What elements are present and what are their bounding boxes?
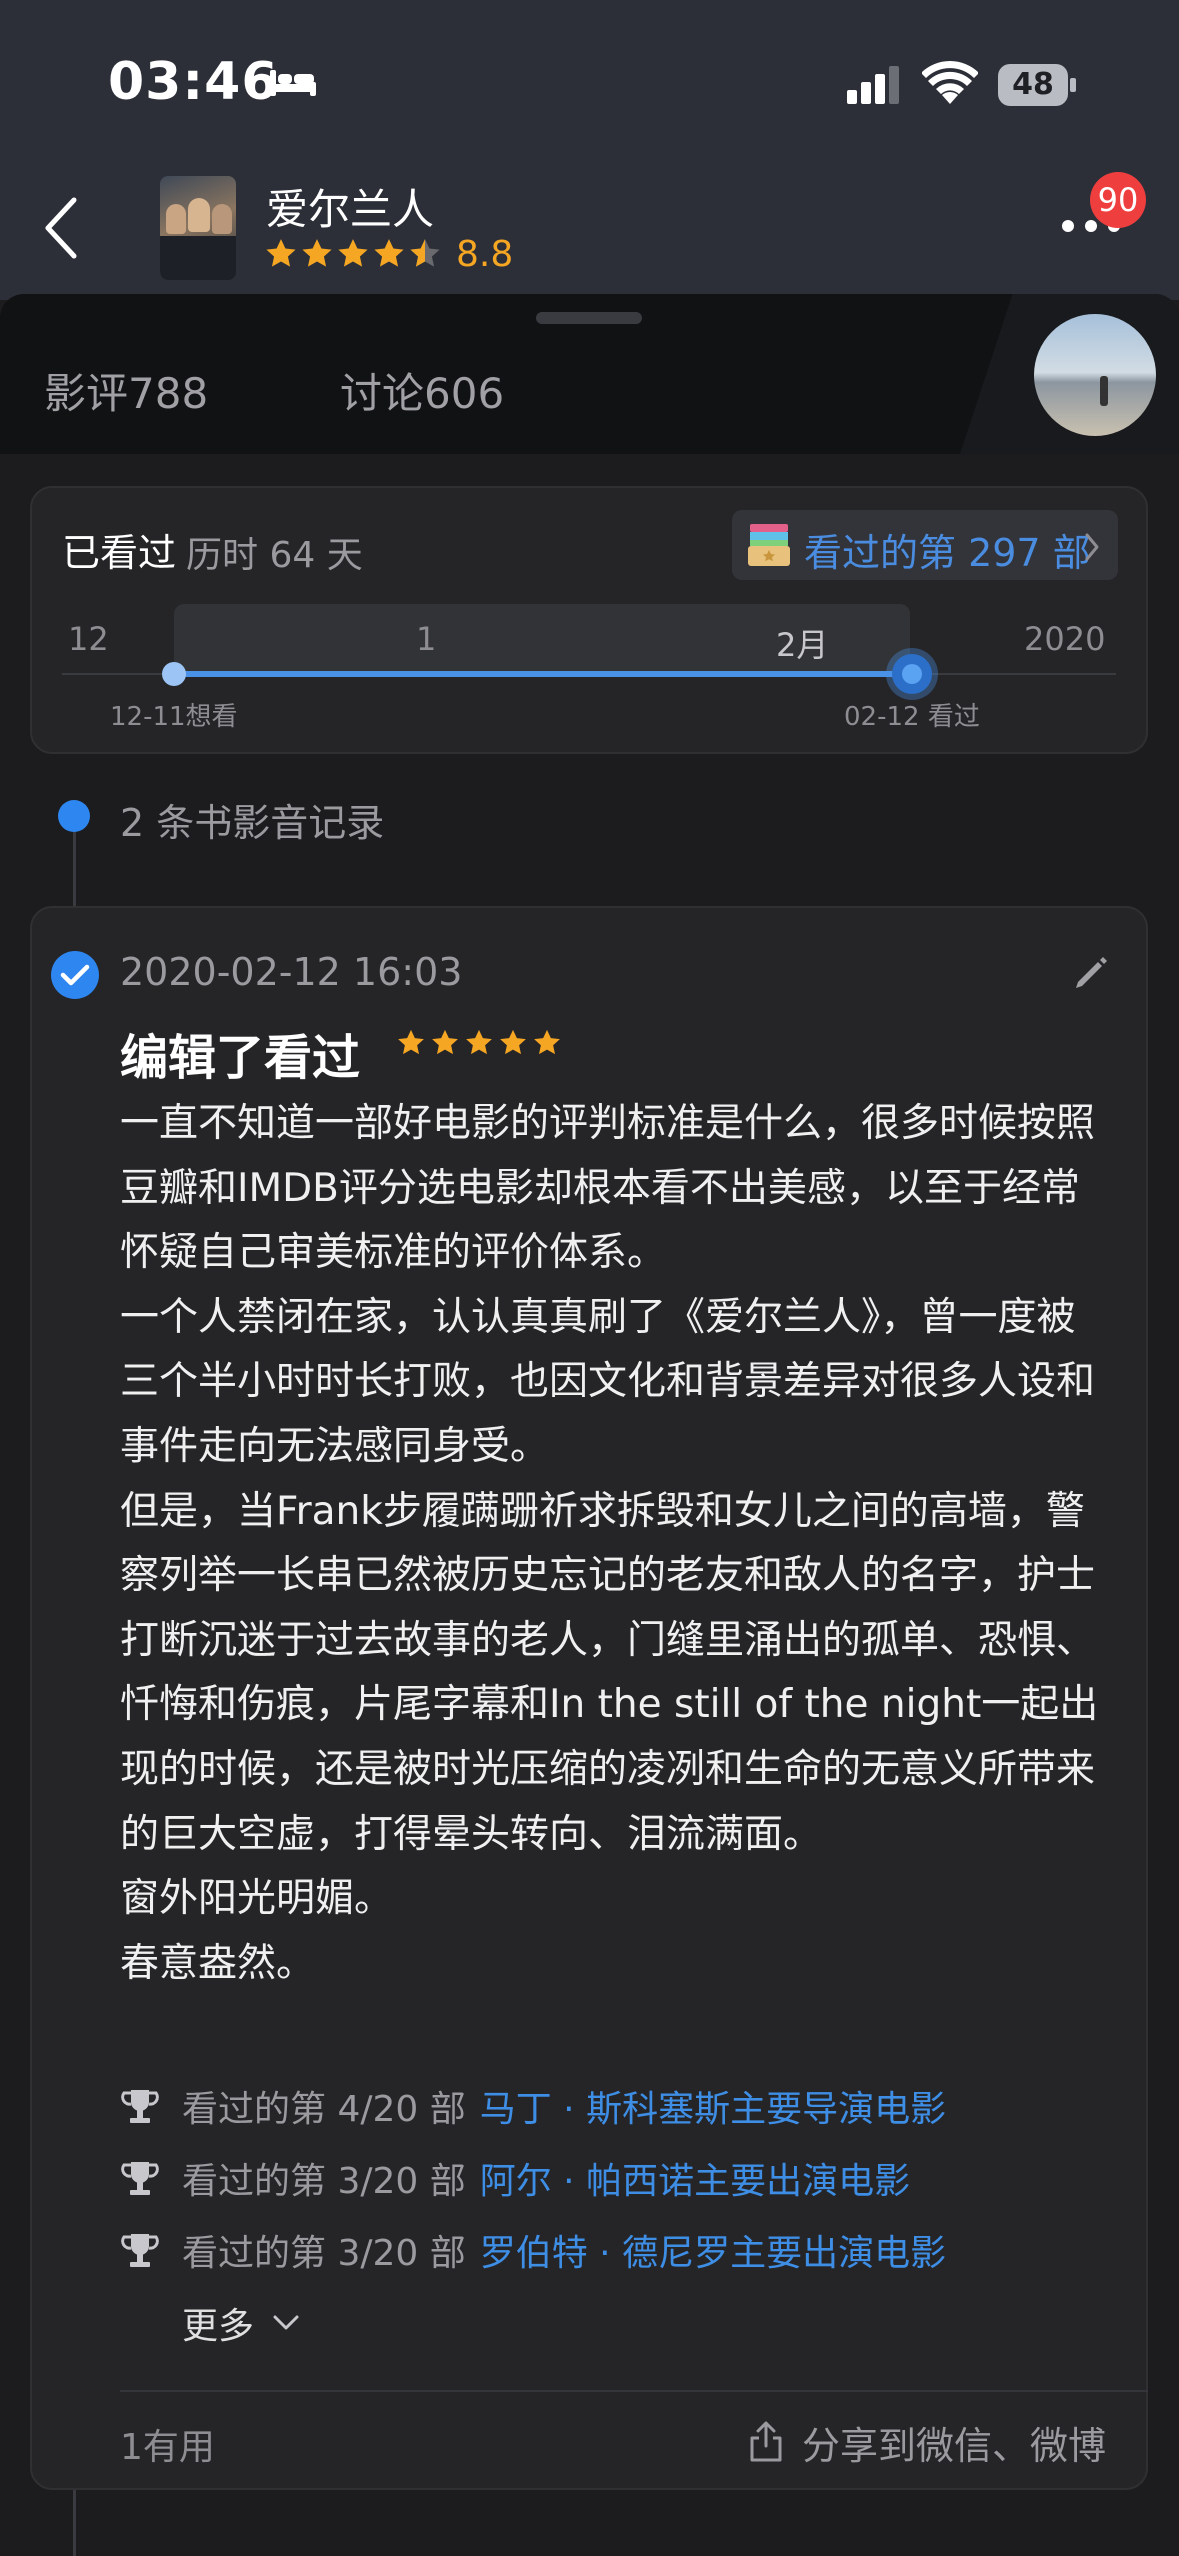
- check-circle-icon: [51, 951, 99, 999]
- records-count: 2 条书影音记录: [120, 801, 385, 845]
- battery-indicator: 48: [998, 64, 1076, 106]
- chevron-down-icon: [273, 2315, 299, 2330]
- achievement-item[interactable]: 看过的第 4/20 部 马丁 · 斯科塞斯主要导演电影: [120, 2078, 946, 2134]
- review-date: 2020-02-12 16:03: [120, 950, 463, 994]
- star-icon: [374, 239, 404, 267]
- watched-count[interactable]: 看过的第 297 部: [804, 522, 1091, 577]
- notification-badge[interactable]: 90: [1090, 172, 1146, 228]
- share-icon: [750, 2421, 782, 2462]
- timeline-end-marker: [892, 654, 932, 694]
- achievement-item[interactable]: 看过的第 3/20 部 阿尔 · 帕西诺主要出演电影: [120, 2150, 910, 2206]
- trophy-icon: [121, 2234, 159, 2267]
- timeline-start-marker: [162, 662, 186, 686]
- achievement-prefix: 看过的第 4/20 部: [182, 2089, 466, 2130]
- show-more-label: 更多: [182, 2306, 255, 2347]
- battery-level: 48: [1012, 67, 1054, 102]
- user-avatar[interactable]: [1034, 314, 1156, 436]
- review-action: 编辑了看过: [120, 1030, 361, 1086]
- achievement-link[interactable]: 马丁 · 斯科塞斯主要导演电影: [480, 2080, 946, 2132]
- achievement-link[interactable]: 罗伯特 · 德尼罗主要出演电影: [480, 2224, 946, 2276]
- review-star-rating: [396, 1028, 566, 1058]
- star-icon: [266, 239, 296, 267]
- star-icon: [338, 239, 368, 267]
- signal-icon: [847, 66, 899, 104]
- archive-box-icon: [748, 524, 790, 566]
- drag-handle[interactable]: [536, 312, 642, 324]
- share-label: 分享到微信、微博: [802, 2423, 1107, 2468]
- share-button[interactable]: 分享到微信、微博: [746, 2414, 1106, 2470]
- movie-title[interactable]: 爱尔兰人: [266, 176, 434, 237]
- show-more-button[interactable]: 更多: [182, 2298, 300, 2348]
- status-time: 03:46: [108, 52, 279, 112]
- achievement-prefix: 看过的第 3/20 部: [182, 2161, 466, 2202]
- edit-pencil-icon[interactable]: [1070, 952, 1110, 992]
- star-icon: [302, 239, 332, 267]
- back-chevron-icon[interactable]: [42, 196, 82, 260]
- timeline-year: 2020: [1024, 620, 1106, 658]
- rating-value: 8.8: [456, 233, 514, 275]
- star-icon: [432, 1029, 458, 1055]
- watched-status: 已看过: [62, 531, 177, 575]
- chevron-right-icon: [1085, 533, 1099, 561]
- achievement-prefix: 看过的第 3/20 部: [182, 2233, 466, 2274]
- movie-rating: 8.8: [264, 232, 513, 276]
- tab-reviews[interactable]: 影评788: [44, 360, 208, 421]
- star-icon: [398, 1029, 424, 1055]
- timeline-month: 12: [68, 620, 109, 658]
- useful-count[interactable]: 1有用: [120, 2418, 215, 2470]
- achievement-item[interactable]: 看过的第 3/20 部 罗伯特 · 德尼罗主要出演电影: [120, 2222, 946, 2278]
- star-icon: [466, 1029, 492, 1055]
- records-dot: [58, 800, 90, 832]
- star-icon: [500, 1029, 526, 1055]
- half-star-icon: [410, 239, 440, 267]
- timeline-month: 2月: [776, 626, 829, 664]
- timeline-progress: [174, 671, 912, 677]
- card-divider: [120, 2390, 1148, 2392]
- trophy-icon: [121, 2090, 159, 2123]
- watched-duration: 历时 64 天: [186, 535, 363, 576]
- timeline-start-caption: 12-11想看: [110, 702, 238, 732]
- wifi-icon: [922, 61, 978, 104]
- timeline-month: 1: [416, 620, 437, 658]
- achievement-link[interactable]: 阿尔 · 帕西诺主要出演电影: [480, 2152, 910, 2204]
- review-body: 一直不知道一部好电影的评判标准是什么，很多时候按照豆瓣和IMDB评分选电影却根本…: [120, 1101, 1099, 1986]
- star-icon: [534, 1029, 560, 1055]
- bed-icon: [270, 70, 316, 96]
- timeline-end-caption: 02-12 看过: [844, 702, 980, 732]
- trophy-icon: [121, 2162, 159, 2195]
- movie-poster[interactable]: [160, 176, 236, 280]
- tab-discussions[interactable]: 讨论606: [340, 360, 504, 421]
